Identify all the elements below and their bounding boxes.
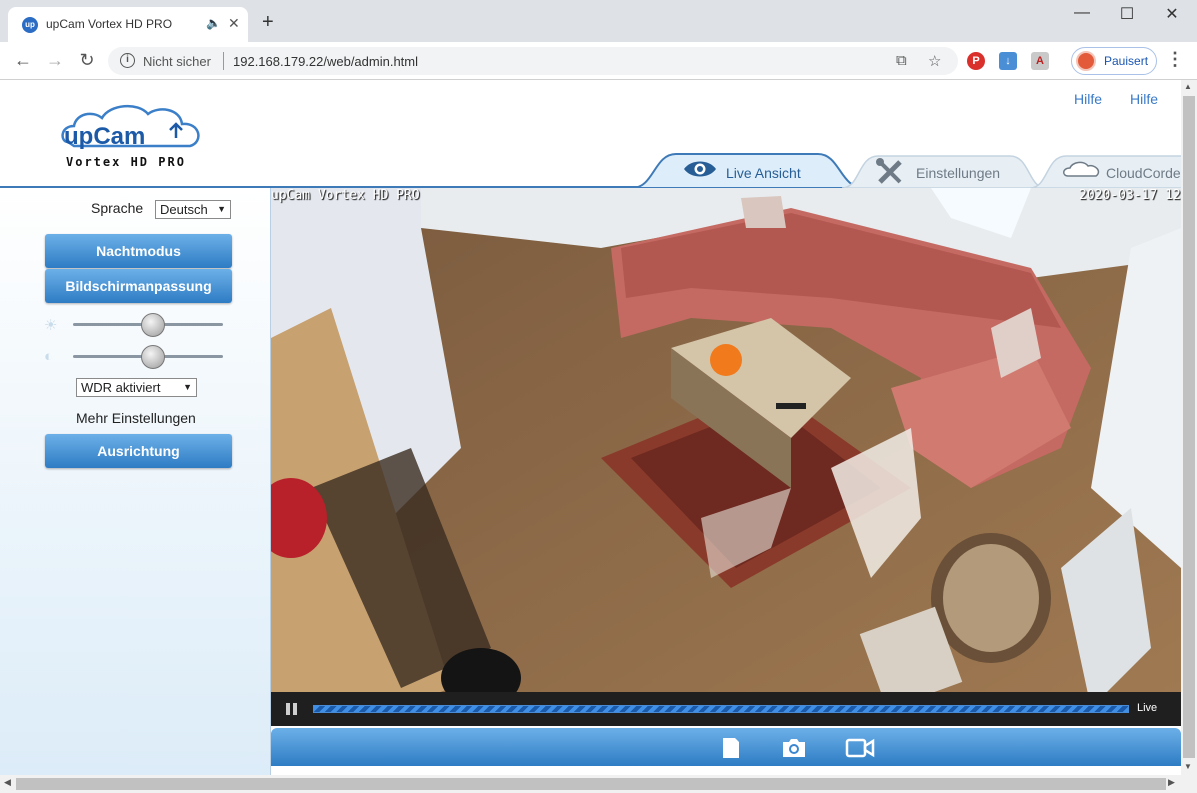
camera-image xyxy=(271,188,1181,726)
tab-settings[interactable]: Einstellungen xyxy=(842,152,1046,188)
svg-text:upCam: upCam xyxy=(64,123,145,150)
wdr-select[interactable]: WDR aktiviert ▼ xyxy=(76,378,197,397)
tab-title: upCam Vortex HD PRO xyxy=(46,17,173,31)
divider xyxy=(223,52,224,70)
tools-icon xyxy=(876,158,902,184)
browser-tab[interactable]: up upCam Vortex HD PRO 🔈 ✕ xyxy=(8,7,248,42)
insecure-label[interactable]: Nicht sicher xyxy=(143,54,211,69)
brightness-icon: ☀ xyxy=(44,317,58,334)
bookmark-star-icon[interactable]: ☆ xyxy=(928,52,941,70)
extension-blocked-icon[interactable]: ⧉ xyxy=(896,52,907,69)
minimize-icon[interactable]: — xyxy=(1062,4,1102,22)
contrast-icon: ◐ xyxy=(44,348,54,365)
wdr-value: WDR aktiviert xyxy=(81,380,161,395)
language-value: Deutsch xyxy=(160,202,208,217)
help-link-secondary[interactable]: Hilfe xyxy=(1130,91,1158,107)
menu-icon[interactable]: ⋮ xyxy=(1166,50,1184,68)
svg-text:Vortex HD PRO: Vortex HD PRO xyxy=(66,155,186,169)
help-link[interactable]: Hilfe xyxy=(1074,91,1102,107)
scroll-down-icon[interactable]: ▼ xyxy=(1184,762,1192,771)
record-video-icon[interactable] xyxy=(845,738,875,758)
language-select[interactable]: Deutsch ▼ xyxy=(155,200,231,219)
live-video-feed[interactable]: upCam Vortex HD PRO 2020-03-17 12 xyxy=(271,188,1181,726)
orientation-button[interactable]: Ausrichtung xyxy=(45,434,232,468)
browser-toolbar: ← → ↻ i Nicht sicher 192.168.179.22/web/… xyxy=(0,42,1197,80)
vertical-scrollbar[interactable]: ▲ ▼ xyxy=(1181,80,1197,775)
address-bar[interactable]: i Nicht sicher 192.168.179.22/web/admin.… xyxy=(108,47,958,75)
pdf-icon[interactable]: A xyxy=(1031,52,1049,70)
brightness-slider-handle[interactable] xyxy=(140,313,165,337)
screen-adjust-button[interactable]: Bildschirmanpassung xyxy=(45,269,232,303)
close-tab-icon[interactable]: ✕ xyxy=(228,15,240,32)
page-header: upCam Vortex HD PRO Hilfe Hilfe Live Ans… xyxy=(0,80,1181,188)
favicon-icon: up xyxy=(22,17,38,33)
forward-icon[interactable]: → xyxy=(44,50,66,70)
tab-label: CloudCorde xyxy=(1106,165,1181,181)
language-label: Sprache xyxy=(91,200,144,216)
scroll-up-icon[interactable]: ▲ xyxy=(1184,82,1192,91)
pause-icon[interactable] xyxy=(286,703,298,715)
avatar xyxy=(1076,51,1096,71)
sidebar: Sprache Deutsch ▼ Nachtmodus Bildschirma… xyxy=(0,188,271,775)
osd-timestamp: 2020-03-17 12 xyxy=(1079,188,1181,203)
page: upCam Vortex HD PRO Hilfe Hilfe Live Ans… xyxy=(0,80,1181,775)
audio-icon[interactable]: 🔈 xyxy=(206,16,221,30)
browser-tab-bar: up upCam Vortex HD PRO 🔈 ✕ + — ☐ ✕ xyxy=(0,0,1197,42)
info-icon[interactable]: i xyxy=(120,53,135,68)
live-label: Live xyxy=(1137,702,1158,714)
tab-live-view[interactable]: Live Ansicht xyxy=(632,152,864,188)
osd-camera-name: upCam Vortex HD PRO xyxy=(271,188,420,203)
night-mode-button[interactable]: Nachtmodus xyxy=(45,234,232,268)
contrast-slider-handle[interactable] xyxy=(140,345,165,369)
profile-button[interactable]: Pauisert xyxy=(1071,47,1157,75)
cloudcorder-icon xyxy=(1063,161,1100,177)
video-playback-bar: Live xyxy=(271,692,1181,726)
tab-label: Einstellungen xyxy=(916,165,1001,181)
tab-cloudcorder[interactable]: CloudCorde xyxy=(1030,152,1181,188)
chevron-down-icon: ▼ xyxy=(217,204,226,214)
camera-control-bar xyxy=(271,728,1181,766)
snapshot-camera-icon[interactable] xyxy=(781,738,807,758)
reload-icon[interactable]: ↻ xyxy=(76,50,98,70)
chevron-down-icon: ▼ xyxy=(183,382,192,392)
scroll-right-icon[interactable]: ▶ xyxy=(1168,777,1175,788)
maximize-icon[interactable]: ☐ xyxy=(1107,4,1147,24)
download-icon[interactable]: ↓ xyxy=(999,52,1017,70)
upcam-logo: upCam Vortex HD PRO xyxy=(61,105,200,169)
horizontal-scrollbar[interactable]: ◀ ▶ xyxy=(0,775,1197,793)
tab-label: Live Ansicht xyxy=(726,165,801,181)
sd-card-icon[interactable] xyxy=(721,736,741,760)
scrollbar-thumb[interactable] xyxy=(1183,96,1195,758)
scroll-left-icon[interactable]: ◀ xyxy=(4,777,11,788)
close-window-icon[interactable]: ✕ xyxy=(1152,4,1192,24)
profile-label: Pauisert xyxy=(1104,54,1149,68)
more-settings-label: Mehr Einstellungen xyxy=(76,410,196,426)
eye-icon xyxy=(684,161,716,177)
scrollbar-thumb[interactable] xyxy=(16,778,1166,790)
url-text[interactable]: 192.168.179.22/web/admin.html xyxy=(233,54,418,69)
live-progress-bar[interactable] xyxy=(313,705,1129,713)
pinterest-icon[interactable]: P xyxy=(967,52,985,70)
new-tab-button[interactable]: + xyxy=(262,12,274,32)
back-icon[interactable]: ← xyxy=(12,50,34,70)
